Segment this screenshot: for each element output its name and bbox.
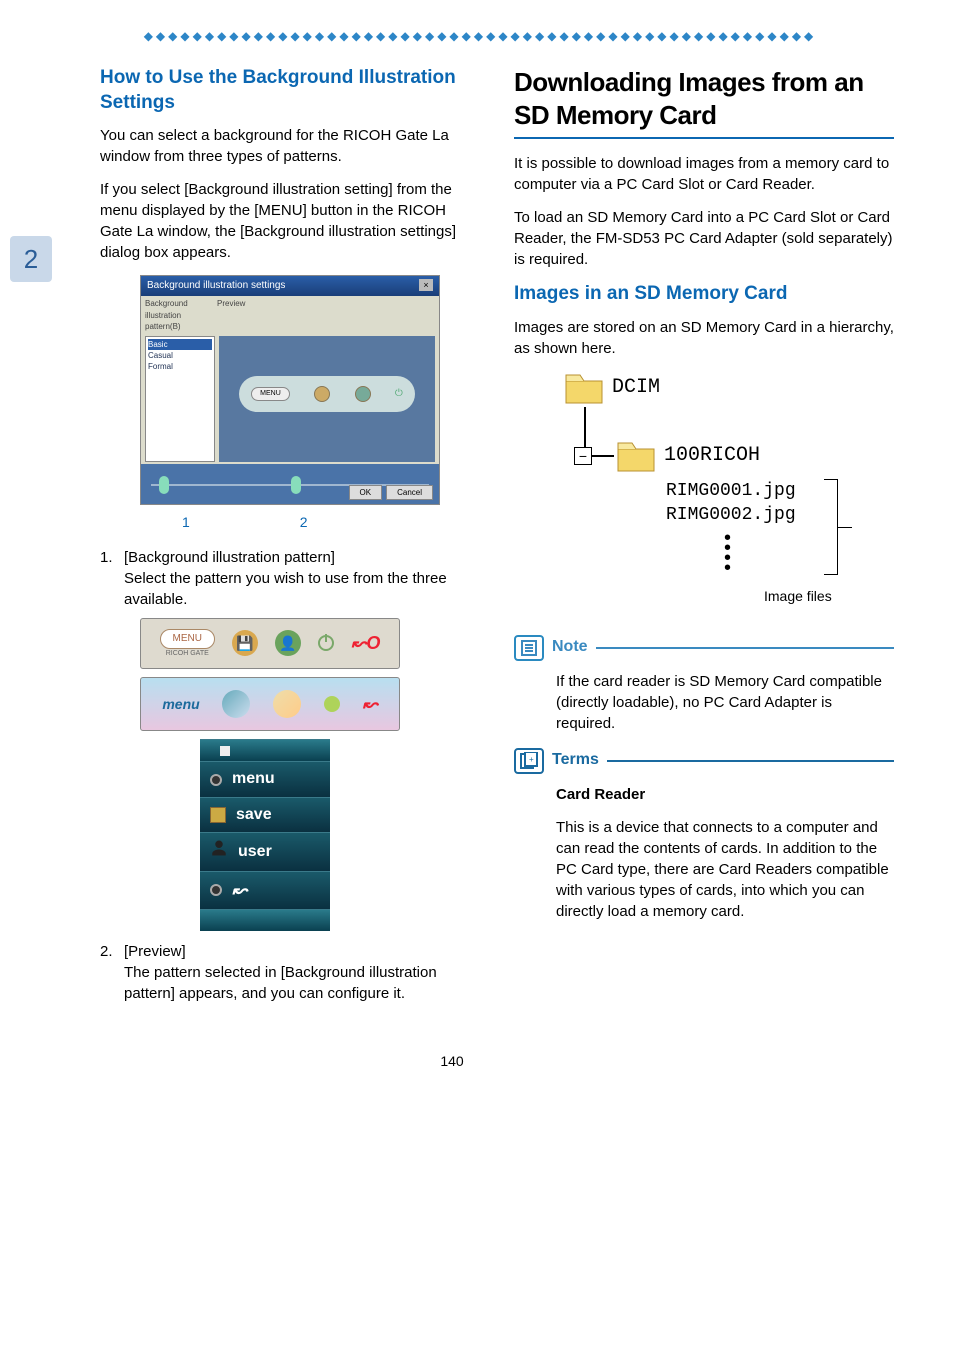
list-item[interactable]: Basic bbox=[148, 339, 212, 350]
left-p2: If you select [Background illustration s… bbox=[100, 179, 480, 263]
ok-button[interactable]: OK bbox=[349, 485, 383, 500]
power-icon[interactable] bbox=[324, 696, 340, 712]
preview-bar: MENU ⏻ bbox=[239, 376, 415, 412]
svg-text:+: + bbox=[529, 755, 534, 764]
menu-button[interactable]: MENU bbox=[160, 629, 215, 649]
save-icon[interactable]: 💾 bbox=[232, 630, 258, 656]
section-rule bbox=[514, 137, 894, 139]
columns: 2 How to Use the Background Illustration… bbox=[10, 66, 894, 1012]
swoosh-icon: ↜O bbox=[351, 631, 380, 656]
menu-icon bbox=[210, 774, 222, 786]
folder-diagram: DCIM − 100RICOH RIMG0001.jpg RIMG0002.jp… bbox=[544, 371, 894, 621]
dialog-preview: MENU ⏻ bbox=[219, 336, 435, 462]
item2-title: [Preview] bbox=[124, 941, 480, 962]
terms-rule bbox=[607, 760, 894, 762]
right-heading: Downloading Images from an SD Memory Car… bbox=[514, 66, 894, 131]
list-item[interactable]: Casual bbox=[148, 350, 212, 361]
section-tab: 2 bbox=[10, 236, 52, 282]
save-icon[interactable] bbox=[314, 386, 330, 402]
right-p3: Images are stored on an SD Memory Card i… bbox=[514, 317, 894, 359]
left-column: How to Use the Background Illustration S… bbox=[100, 66, 480, 1012]
dialog-bottom: OK Cancel bbox=[141, 464, 439, 504]
note-label: Note bbox=[552, 636, 588, 658]
right-p1: It is possible to download images from a… bbox=[514, 153, 894, 195]
terms-label: Terms bbox=[552, 749, 599, 771]
pattern3-header bbox=[200, 739, 330, 761]
terms-block: Card Reader This is a device that connec… bbox=[556, 784, 894, 922]
list-item[interactable]: Formal bbox=[148, 361, 212, 372]
ellipsis-icon: •••• bbox=[724, 533, 731, 573]
swoosh-icon: ↜ bbox=[232, 878, 247, 903]
menu-button[interactable]: MENU bbox=[251, 387, 290, 401]
save-icon[interactable] bbox=[222, 690, 250, 718]
pattern-basic: MENU RICOH GATE 💾 👤 ↜O bbox=[140, 618, 400, 670]
dialog-screenshot: Background illustration settings × Backg… bbox=[140, 275, 440, 505]
folder-icon bbox=[564, 371, 604, 405]
save-icon bbox=[210, 807, 226, 823]
user-icon[interactable] bbox=[273, 690, 301, 718]
power-icon[interactable]: ⏻ bbox=[395, 387, 403, 401]
pattern3-row-menu[interactable]: menu bbox=[200, 761, 330, 796]
terms-title: Card Reader bbox=[556, 784, 894, 805]
dialog-titlebar: Background illustration settings × bbox=[141, 276, 439, 296]
pattern3-footer bbox=[200, 909, 330, 931]
note-icon bbox=[514, 635, 544, 661]
dialog-body: Basic Casual Formal MENU ⏻ bbox=[141, 334, 439, 464]
dialog-list[interactable]: Basic Casual Formal bbox=[145, 336, 215, 462]
pattern-casual: menu ↜ bbox=[140, 677, 400, 731]
list-item-2: 2. [Preview] The pattern selected in [Ba… bbox=[100, 941, 480, 1004]
terms-icon: + bbox=[514, 748, 544, 774]
dialog-list-header: Background illustration pattern(B) bbox=[145, 298, 217, 332]
pattern-formal: menu save user ↜ bbox=[200, 739, 330, 930]
pattern3-row-save[interactable]: save bbox=[200, 797, 330, 832]
folder-icon bbox=[616, 439, 656, 473]
folder-100ricoh: 100RICOH bbox=[664, 442, 760, 470]
right-column: Downloading Images from an SD Memory Car… bbox=[514, 66, 894, 1012]
menu-button[interactable]: menu bbox=[162, 695, 199, 715]
tree-toggle-icon[interactable]: − bbox=[574, 447, 592, 465]
ricoh-gate-label: RICOH GATE bbox=[160, 649, 215, 659]
minimize-icon[interactable] bbox=[220, 746, 230, 756]
dialog-title-text: Background illustration settings bbox=[147, 279, 285, 293]
user-icon bbox=[210, 839, 228, 864]
slider-knob-1[interactable] bbox=[159, 476, 169, 494]
terms-header: + Terms bbox=[514, 748, 894, 774]
page: 2 How to Use the Background Illustration… bbox=[0, 0, 954, 1101]
swoosh-icon: ↜ bbox=[363, 692, 378, 717]
folder-dcim: DCIM bbox=[612, 374, 660, 402]
callout-2: 2 bbox=[300, 513, 308, 533]
right-subheading: Images in an SD Memory Card bbox=[514, 282, 894, 307]
pattern3-row-user[interactable]: user bbox=[200, 832, 330, 870]
item2-body: The pattern selected in [Background illu… bbox=[124, 962, 480, 1004]
callout-1: 1 bbox=[182, 513, 190, 533]
num-2: 2. bbox=[100, 941, 124, 1004]
decorative-border bbox=[66, 30, 894, 42]
slider-knob-2[interactable] bbox=[291, 476, 301, 494]
num-1: 1. bbox=[100, 547, 124, 610]
user-icon[interactable] bbox=[355, 386, 371, 402]
left-heading: How to Use the Background Illustration S… bbox=[100, 66, 480, 115]
note-rule bbox=[596, 647, 894, 649]
power-icon[interactable] bbox=[318, 635, 334, 651]
cancel-button[interactable]: Cancel bbox=[386, 485, 433, 500]
note-header: Note bbox=[514, 635, 894, 661]
callout-labels: 1 2 bbox=[140, 513, 440, 533]
list-item-1: 1. [Background illustration pattern] Sel… bbox=[100, 547, 480, 610]
note-body: If the card reader is SD Memory Card com… bbox=[556, 671, 894, 734]
page-number: 140 bbox=[10, 1052, 894, 1072]
item1-title: [Background illustration pattern] bbox=[124, 547, 480, 568]
dialog-preview-header: Preview bbox=[217, 298, 245, 332]
file-2: RIMG0002.jpg bbox=[666, 503, 796, 528]
image-files-label: Image files bbox=[764, 587, 832, 607]
pattern3-row-swoosh[interactable]: ↜ bbox=[200, 871, 330, 909]
left-margin: 2 bbox=[10, 66, 66, 1012]
item1-body: Select the pattern you wish to use from … bbox=[124, 568, 480, 610]
dot-icon bbox=[210, 884, 222, 896]
user-icon[interactable]: 👤 bbox=[275, 630, 301, 656]
right-p2: To load an SD Memory Card into a PC Card… bbox=[514, 207, 894, 270]
close-icon[interactable]: × bbox=[419, 279, 433, 291]
file-1: RIMG0001.jpg bbox=[666, 479, 796, 504]
left-p1: You can select a background for the RICO… bbox=[100, 125, 480, 167]
terms-body: This is a device that connects to a comp… bbox=[556, 817, 894, 922]
